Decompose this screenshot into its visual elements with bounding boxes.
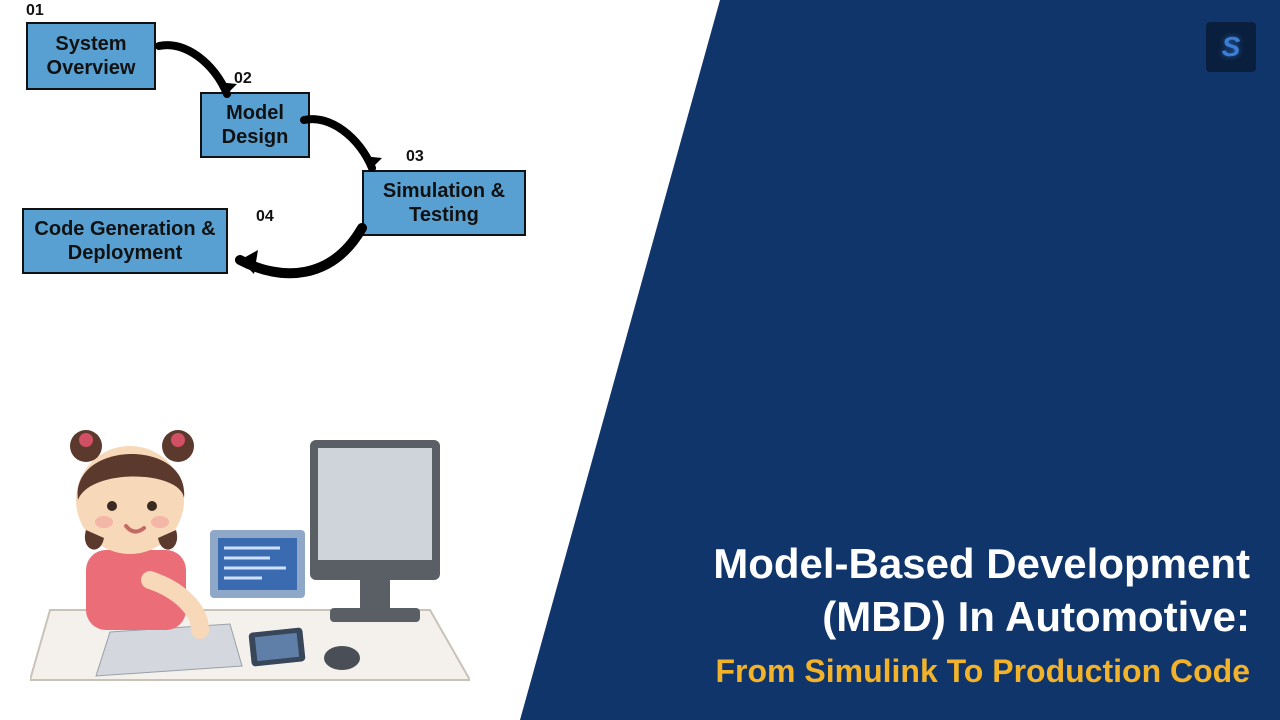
title-block: Model-Based Development (MBD) In Automot… [713, 538, 1250, 690]
title-line-1: Model-Based Development [713, 538, 1250, 591]
arrow-3-to-4-icon [222, 220, 372, 290]
step-number-1: 01 [26, 2, 44, 20]
step-number-3: 03 [406, 148, 424, 166]
step-number-2: 02 [234, 70, 252, 88]
step-box-simulation-testing: Simulation & Testing [362, 170, 526, 236]
subtitle: From Simulink To Production Code [713, 653, 1250, 690]
step-box-model-design: Model Design [200, 92, 310, 158]
step-box-system-overview: System Overview [26, 22, 156, 90]
logo-letter: S [1222, 31, 1241, 63]
step-box-code-generation: Code Generation & Deployment [22, 208, 228, 274]
title-line-2: (MBD) In Automotive: [713, 591, 1250, 644]
step-number-4: 04 [256, 208, 274, 226]
logo-badge: S [1206, 22, 1256, 72]
girl-at-computer-illustration [30, 380, 470, 700]
mbd-flow-diagram: 01 System Overview 02 Model Design 03 Si… [0, 0, 620, 340]
angled-panel: S Model-Based Development (MBD) In Autom… [520, 0, 1280, 720]
